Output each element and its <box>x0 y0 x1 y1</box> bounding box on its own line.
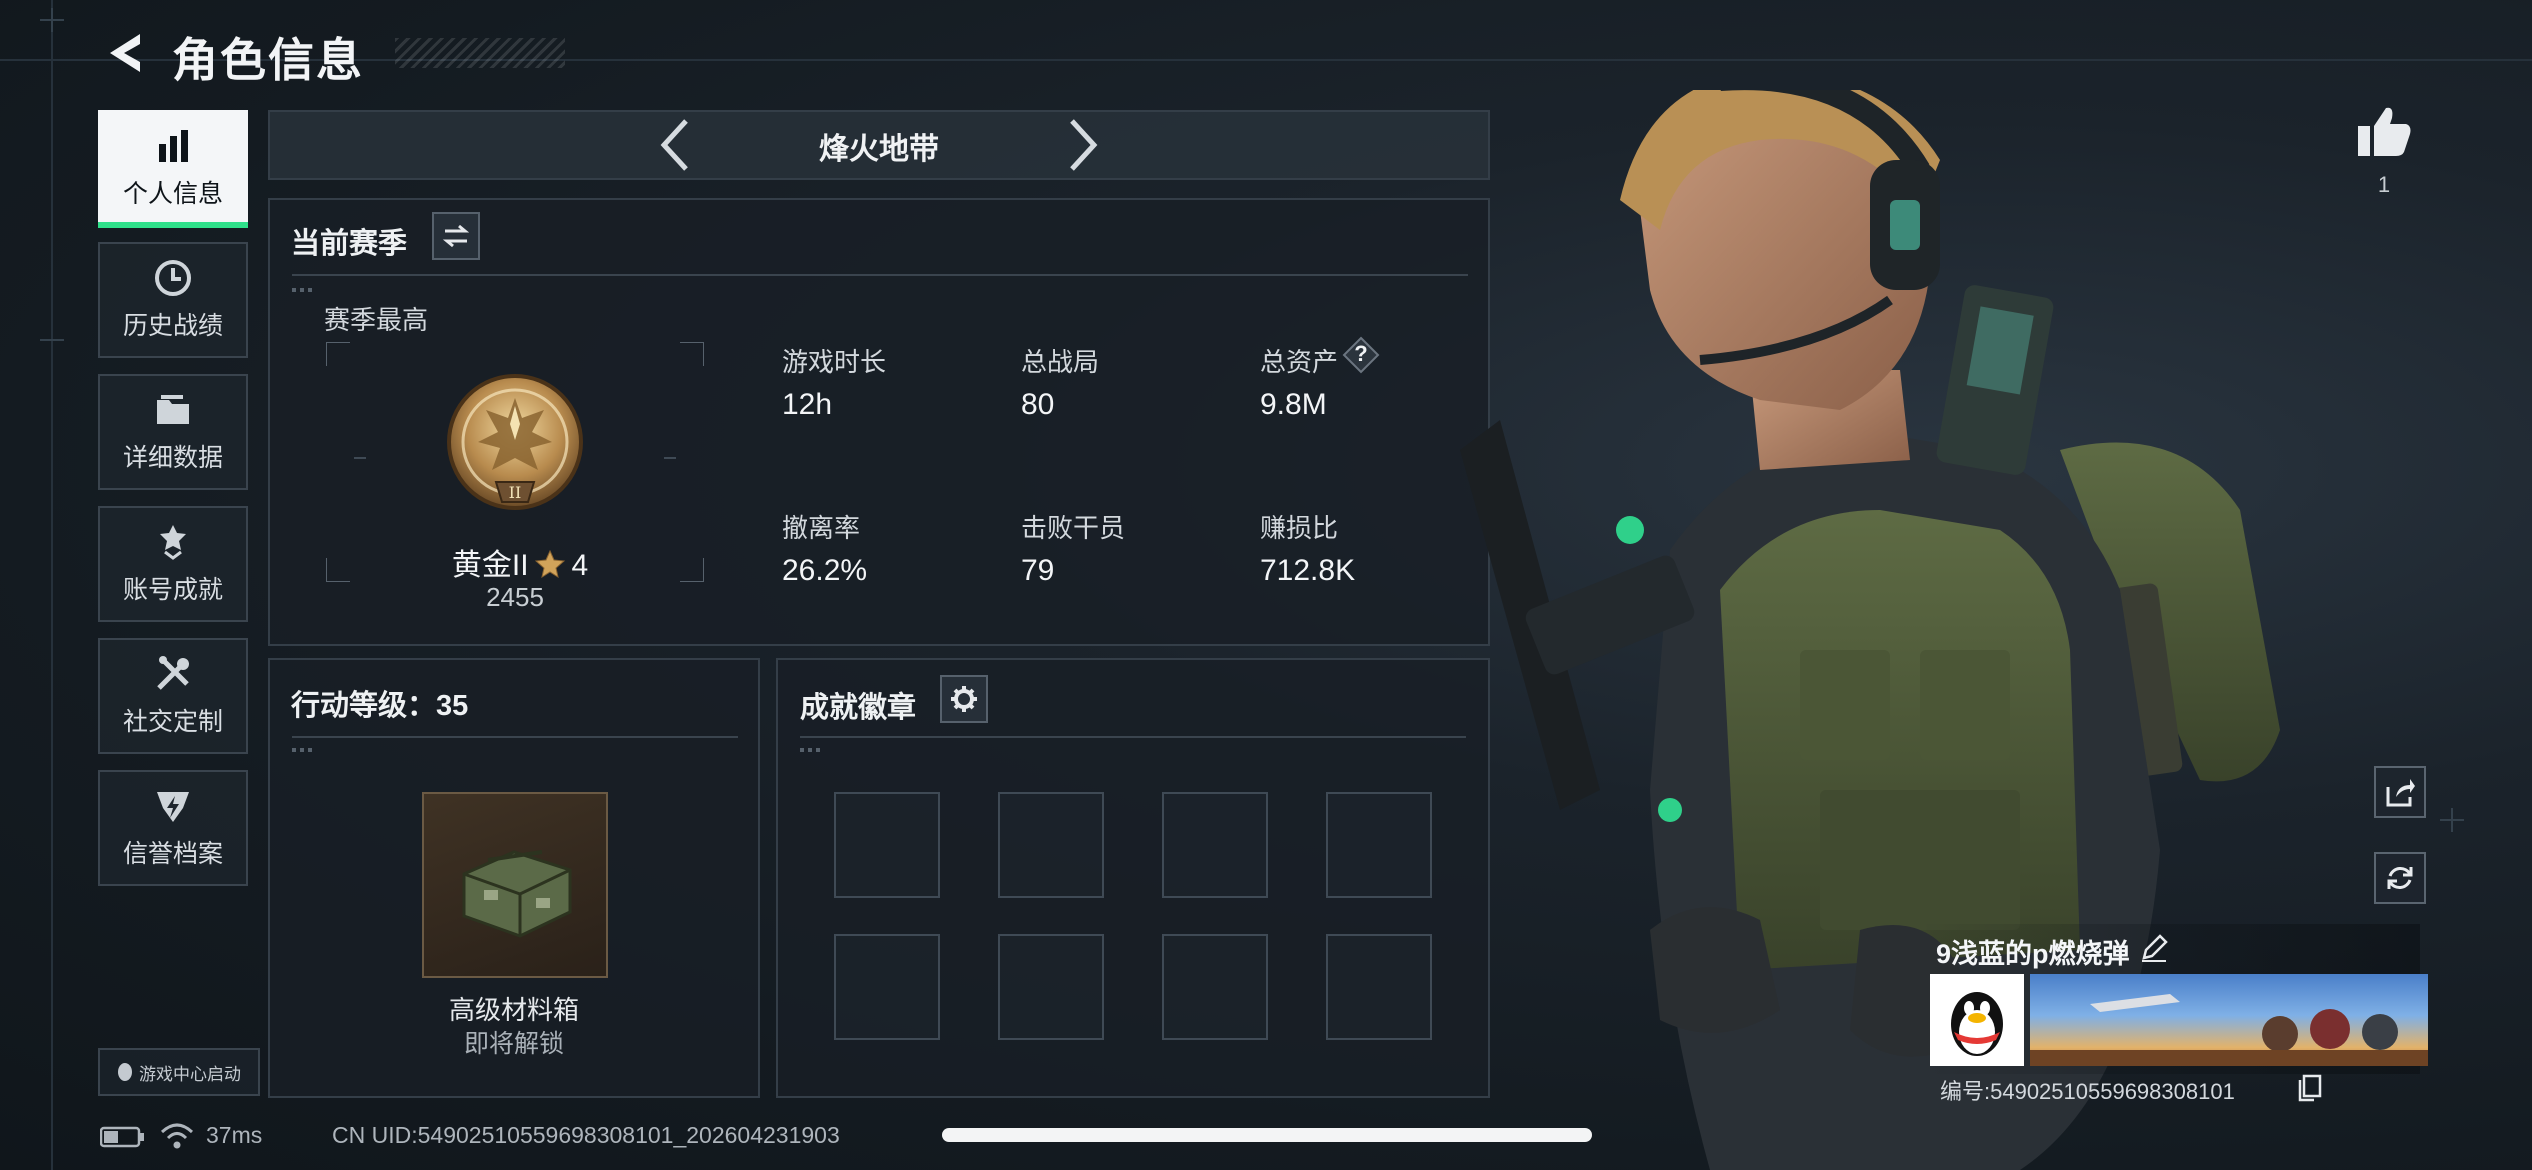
stat-value: 80 <box>1021 388 1055 421</box>
help-button[interactable]: ? <box>1342 336 1380 374</box>
shield-bolt-icon <box>157 792 189 822</box>
refresh-icon <box>2387 867 2413 889</box>
clock-icon <box>155 260 191 296</box>
battery-icon <box>100 1126 144 1148</box>
divider-ticks <box>292 748 316 752</box>
title-decoration <box>395 38 565 68</box>
badge-slot[interactable] <box>834 792 940 898</box>
badge-slot[interactable] <box>998 792 1104 898</box>
rank-stars: 4 <box>571 549 589 582</box>
uid-text: CN UID:5490251055969830810​1_20260423190… <box>332 1122 840 1148</box>
stat-value: 9.8M <box>1260 388 1327 421</box>
stat-label: 游戏时长 <box>782 347 887 377</box>
active-indicator <box>98 222 248 228</box>
divider-ticks <box>292 288 316 292</box>
reward-status: 即将解锁 <box>463 1030 564 1058</box>
switch-season-button[interactable] <box>432 212 480 260</box>
sidebar-item-credit[interactable]: 信誉档案 <box>98 770 248 886</box>
sidebar-item-label: 详细数据 <box>122 444 223 472</box>
achievement-settings-button[interactable] <box>940 675 988 723</box>
back-arrow-icon[interactable] <box>100 28 150 78</box>
achievement-title: 成就徽章 <box>800 692 917 724</box>
mode-name: 烽火地带 <box>819 133 939 166</box>
sidebar-item-social[interactable]: 社交定制 <box>98 638 248 754</box>
profile-banner <box>2030 974 2428 1066</box>
rank-line: 黄金II 4 <box>440 540 600 584</box>
sidebar-item-label: 信誉档案 <box>122 840 223 868</box>
bar-chart-icon <box>159 130 188 162</box>
sidebar-item-history[interactable]: 历史战绩 <box>98 242 248 358</box>
stat-label: 总战局 <box>1021 347 1100 377</box>
badge-slot[interactable] <box>1162 792 1268 898</box>
badge-slot[interactable] <box>1162 934 1268 1040</box>
stat-value: 12h <box>782 388 833 421</box>
sidebar-item-label: 个人信息 <box>122 180 223 208</box>
banner-artwork <box>2030 994 2428 1066</box>
tools-icon <box>157 656 189 690</box>
stat-label: 总资产 <box>1260 347 1339 377</box>
swap-icon <box>442 224 470 248</box>
ping-text: 37ms <box>206 1122 263 1148</box>
home-indicator[interactable] <box>942 1128 1592 1142</box>
medal-icon <box>160 525 186 560</box>
share-button[interactable] <box>2374 766 2426 818</box>
sidebar-item-label: 社交定制 <box>122 708 223 736</box>
action-level-title: 行动等级：35 <box>291 690 469 722</box>
badge-slot[interactable] <box>998 934 1104 1040</box>
sidebar-item-detail-data[interactable]: 详细数据 <box>98 374 248 490</box>
rank-numeral: II <box>509 483 522 502</box>
season-title: 当前赛季 <box>291 228 408 260</box>
folder-icon <box>157 395 189 424</box>
gear-icon <box>951 686 977 712</box>
launch-label: 游戏中心启动 <box>139 1064 241 1084</box>
gold-rank-badge-icon: II <box>447 374 583 510</box>
thumbs-up-icon[interactable] <box>2356 104 2412 158</box>
rank-score: 2455 <box>486 582 544 612</box>
badge-slot[interactable] <box>834 934 940 1040</box>
section-divider <box>800 736 1466 738</box>
stat-value: 26.2% <box>782 554 868 587</box>
wifi-icon <box>160 1123 194 1149</box>
help-mark: ? <box>1354 341 1368 366</box>
stat-label: 击败干员 <box>1021 513 1126 543</box>
reward-name: 高级材料箱 <box>448 995 579 1025</box>
section-divider <box>292 274 1468 276</box>
share-icon <box>2386 779 2415 807</box>
page-title: 角色信息 <box>172 34 364 86</box>
stat-value: 79 <box>1021 554 1055 587</box>
nickname: 9浅蓝的p燃烧弹 <box>1936 939 2130 969</box>
sidebar-item-personal-info[interactable]: 个人信息 <box>98 110 248 226</box>
section-divider <box>292 736 738 738</box>
stat-value: 712.8K <box>1260 554 1356 587</box>
edit-icon[interactable] <box>2140 934 2168 962</box>
like-count: 1 <box>2377 172 2391 197</box>
reward-item-card[interactable] <box>422 792 608 978</box>
season-best-label: 赛季最高 <box>324 305 429 335</box>
qq-penguin-icon <box>1951 992 2003 1056</box>
rotate-button[interactable] <box>2374 852 2426 904</box>
badge-slot[interactable] <box>1326 792 1432 898</box>
supply-crate-icon <box>462 850 572 938</box>
chevron-right-icon[interactable] <box>1062 117 1102 173</box>
stat-label: 赚损比 <box>1260 513 1339 543</box>
divider-ticks <box>800 748 824 752</box>
qq-avatar[interactable] <box>1930 974 2024 1066</box>
game-center-launch-button[interactable]: 游戏中心启动 <box>98 1048 260 1096</box>
sidebar-item-label: 历史战绩 <box>122 312 223 340</box>
qq-penguin-icon <box>118 1063 132 1081</box>
stat-label: 撤离率 <box>782 513 861 543</box>
sidebar-item-label: 账号成就 <box>122 576 223 604</box>
rank-name: 黄金II <box>451 549 529 582</box>
sidebar-item-achievements[interactable]: 账号成就 <box>98 506 248 622</box>
copy-icon[interactable] <box>2296 1074 2322 1102</box>
star-icon <box>534 549 566 579</box>
badge-slot[interactable] <box>1326 934 1432 1040</box>
player-id: 编号:5490251055969830810​1 <box>1940 1079 2235 1104</box>
